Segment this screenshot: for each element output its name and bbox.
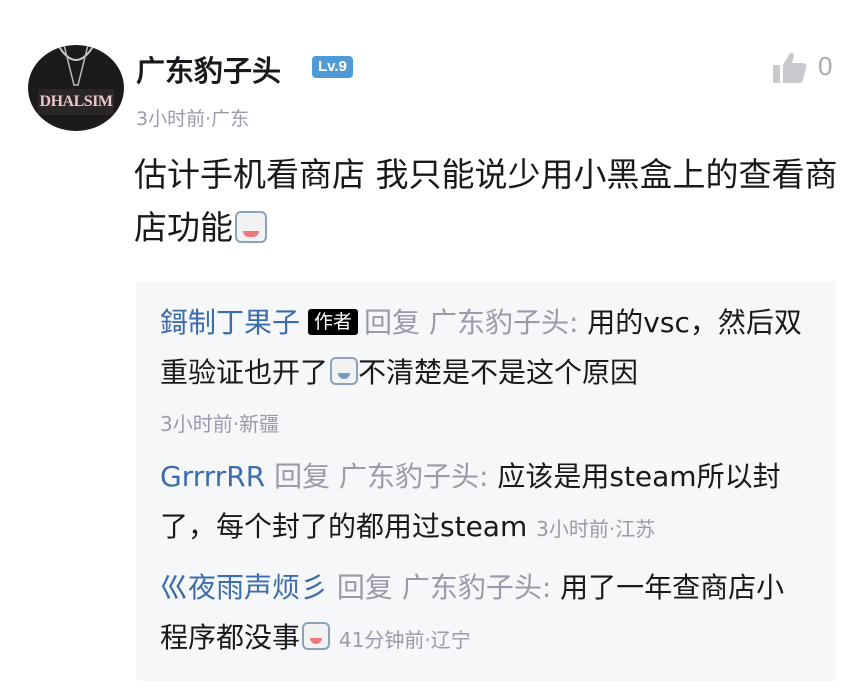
- reply-verb: 回复: [364, 306, 421, 339]
- level-badge: Lv.9: [312, 56, 353, 78]
- reply-item: 巛夜雨声烦彡 回复 广东豹子头: 用了一年查商店小程序都没事 41分钟前·辽宁: [160, 563, 810, 665]
- reply-meta: 3小时前·新疆: [160, 412, 280, 436]
- grinning-sticker-icon: [235, 211, 267, 243]
- grinning-sticker-icon: [302, 622, 331, 650]
- reply-target-username[interactable]: 广东豹子头:: [429, 306, 578, 339]
- comment-meta: 3小时前·广东: [136, 108, 250, 130]
- comment-content: 估计手机看商店 我只能说少用小黑盒上的查看商店功能: [134, 148, 844, 254]
- reply-username[interactable]: GrrrrRR: [160, 460, 265, 493]
- reply-text-continued: 不清楚是不是这个原因: [358, 356, 639, 389]
- author-badge: 作者: [308, 309, 359, 335]
- reply-username[interactable]: 鎶制丁果子: [160, 306, 300, 339]
- reply-target-username[interactable]: 广东豹子头:: [339, 460, 488, 493]
- reply-list: 鎶制丁果子 作者 回复 广东豹子头: 用的vsc，然后双重验证也开了 不清楚是不是这个…: [136, 281, 836, 681]
- comment-username[interactable]: 广东豹子头: [136, 48, 281, 90]
- reply-item: GrrrrRR 回复 广东豹子头: 应该是用steam所以封了，每个封了的都用过…: [160, 452, 810, 554]
- thumbs-up-icon: [773, 52, 807, 83]
- reply-meta: 41分钟前·辽宁: [338, 628, 471, 652]
- like-button[interactable]: 0: [772, 51, 842, 85]
- like-count: 0: [818, 51, 833, 81]
- reply-meta: 3小时前·江苏: [536, 517, 656, 541]
- avatar[interactable]: DHALSIM: [28, 45, 124, 131]
- reply-verb: 回复: [274, 460, 331, 493]
- reply-target-username[interactable]: 广东豹子头:: [402, 571, 551, 604]
- avatar-image: [38, 45, 114, 115]
- reply-verb: 回复: [336, 571, 393, 604]
- avatar-chain-text: DHALSIM: [39, 93, 113, 110]
- crying-sticker-icon: [330, 357, 359, 385]
- reply-username[interactable]: 巛夜雨声烦彡: [160, 571, 328, 604]
- reply-item: 鎶制丁果子 作者 回复 广东豹子头: 用的vsc，然后双重验证也开了 不清楚是不是这个…: [160, 298, 810, 398]
